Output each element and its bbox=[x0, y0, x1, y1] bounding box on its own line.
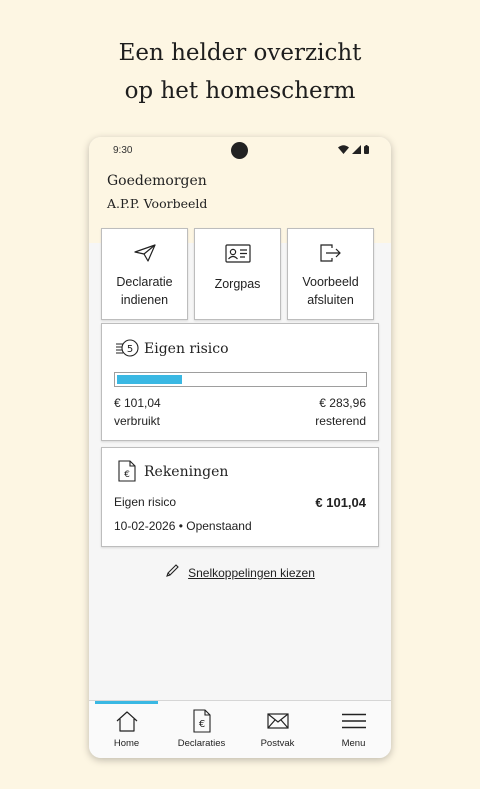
rekeningen-title: Rekeningen bbox=[144, 464, 229, 480]
envelope-icon bbox=[266, 709, 289, 733]
nav-item-postvak[interactable]: Postvak bbox=[240, 701, 315, 758]
shortcut-link[interactable]: Snelkoppelingen kiezen bbox=[89, 563, 391, 583]
paper-plane-icon bbox=[133, 243, 156, 263]
bill-item-amount: € 101,04 bbox=[315, 495, 366, 510]
battery-icon bbox=[364, 145, 369, 154]
eigen-risico-progress-fill bbox=[117, 375, 182, 384]
remaining-amount: € 283,96 bbox=[319, 396, 366, 410]
svg-text:€: € bbox=[124, 470, 130, 480]
nav-item-home[interactable]: Home bbox=[89, 701, 164, 758]
promo-line-1: Een helder overzicht bbox=[118, 40, 362, 66]
nav-label: Postvak bbox=[260, 738, 295, 749]
bill-item-meta: 10-02-2026 • Openstaand bbox=[114, 519, 252, 533]
nav-label: Home bbox=[113, 738, 140, 749]
nav-label: Menu bbox=[341, 738, 366, 749]
tile-zorgpas[interactable]: Zorgpas bbox=[194, 228, 281, 320]
hamburger-menu-icon bbox=[341, 709, 367, 733]
bill-item-name: Eigen risico bbox=[114, 495, 177, 509]
user-name: A.P.P. Voorbeeld bbox=[107, 196, 208, 211]
tile-declaratie-indienen[interactable]: Declaratie indienen bbox=[101, 228, 188, 320]
nav-item-declaraties[interactable]: € Declaraties bbox=[164, 701, 239, 758]
eigen-risico-card[interactable]: 5 Eigen risico € 101,04 verbruikt € 283,… bbox=[101, 323, 379, 441]
eigen-risico-progress bbox=[114, 372, 367, 387]
status-icons bbox=[338, 145, 369, 154]
tile-voorbeeld-afsluiten[interactable]: Voorbeeld afsluiten bbox=[287, 228, 374, 320]
coins-5-icon: 5 bbox=[114, 338, 140, 363]
bottom-nav: Home € Declaraties Postvak Menu bbox=[89, 700, 391, 758]
coin-digit: 5 bbox=[127, 344, 133, 355]
wifi-icon bbox=[338, 145, 349, 154]
status-time: 9:30 bbox=[113, 145, 133, 156]
promo-headline: Een helder overzicht op het homescherm bbox=[0, 34, 480, 110]
tile-label: Zorgpas bbox=[214, 277, 261, 291]
euro-document-icon: € bbox=[118, 460, 136, 487]
used-label: verbruikt bbox=[114, 414, 161, 428]
pencil-icon bbox=[165, 563, 180, 583]
eigen-risico-title: Eigen risico bbox=[144, 341, 229, 357]
exit-icon bbox=[319, 243, 342, 263]
signal-icon bbox=[352, 145, 361, 154]
camera-cutout bbox=[231, 142, 248, 159]
rekeningen-card[interactable]: € Rekeningen Eigen risico € 101,04 10-02… bbox=[101, 447, 379, 547]
remaining-label: resterend bbox=[315, 414, 366, 428]
svg-text:€: € bbox=[198, 719, 204, 730]
greeting-text: Goedemorgen bbox=[107, 173, 207, 189]
shortcut-label: Snelkoppelingen kiezen bbox=[188, 566, 315, 580]
promo-line-2: op het homescherm bbox=[124, 78, 356, 104]
status-bar: 9:30 bbox=[89, 137, 391, 165]
euro-document-icon: € bbox=[192, 709, 211, 733]
id-card-icon bbox=[224, 243, 251, 263]
nav-label: Declaraties bbox=[177, 738, 226, 749]
home-icon bbox=[115, 709, 139, 733]
tile-label: Declaratie indienen bbox=[116, 275, 173, 307]
phone-frame: 9:30 Goedemorgen A.P.P. Voorbeeld Declar… bbox=[89, 137, 391, 758]
tile-label: Voorbeeld afsluiten bbox=[302, 275, 359, 307]
nav-item-menu[interactable]: Menu bbox=[316, 701, 391, 758]
used-amount: € 101,04 bbox=[114, 396, 161, 410]
